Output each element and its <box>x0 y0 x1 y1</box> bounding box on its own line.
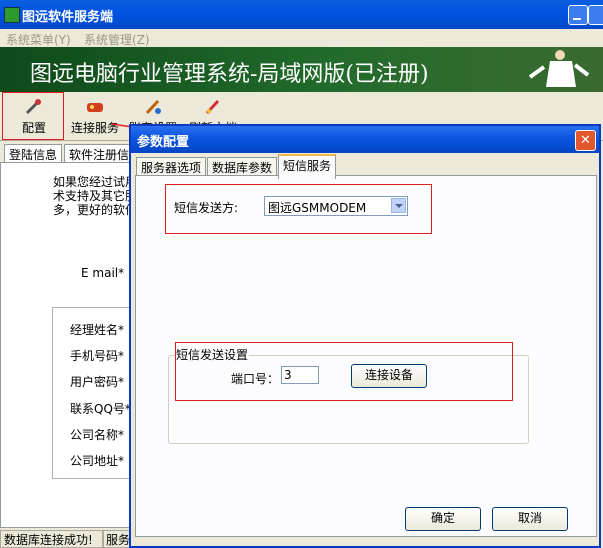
field-phone: 手机号码* <box>70 349 125 363</box>
intro-line-3: 多，更好的软件 <box>53 203 138 217</box>
email-label: E mail* <box>81 266 125 280</box>
golfer-image <box>528 50 590 87</box>
menu-system[interactable]: 系统菜单(Y) <box>6 31 71 48</box>
field-qq: 联系QQ号* <box>70 402 131 416</box>
dialog-title: 参数配置 <box>137 135 190 150</box>
close-button[interactable]: ✕ <box>575 130 596 151</box>
settings-icon <box>142 97 164 117</box>
status-db: 数据库连接成功! <box>0 530 104 548</box>
cancel-button[interactable]: 取消 <box>492 507 568 531</box>
dialog-title-bar: 参数配置 ✕ <box>131 126 599 153</box>
refresh-icon <box>202 97 224 117</box>
menu-management[interactable]: 系统管理(Z) <box>84 31 150 48</box>
config-dialog: 参数配置 ✕ 服务器选项 数据库参数 短信服务 短信发送方: 图远GSMMODE… <box>129 124 601 548</box>
ok-button[interactable]: 确定 <box>405 507 481 531</box>
highlight-config <box>2 92 64 140</box>
highlight-sms-settings <box>175 342 513 401</box>
field-address: 公司地址* <box>70 454 125 468</box>
menu-bar: 系统菜单(Y) 系统管理(Z) <box>0 29 603 47</box>
banner-title: 图远电脑行业管理系统-局域网版(已注册) <box>30 62 429 87</box>
app-icon <box>4 7 20 23</box>
connect-icon <box>84 97 106 117</box>
tab-sms-service[interactable]: 短信服务 <box>278 154 337 179</box>
main-title-bar: 图远软件服务端 <box>0 0 603 29</box>
banner: 图远电脑行业管理系统-局域网版(已注册) <box>0 47 603 92</box>
field-password: 用户密码* <box>70 375 125 389</box>
field-company: 公司名称* <box>70 428 125 442</box>
field-manager-name: 经理姓名* <box>70 323 125 337</box>
minimize-button[interactable] <box>568 5 588 25</box>
window-title: 图远软件服务端 <box>22 10 114 25</box>
maximize-button[interactable] <box>588 5 603 25</box>
highlight-sms-sender <box>165 184 432 234</box>
